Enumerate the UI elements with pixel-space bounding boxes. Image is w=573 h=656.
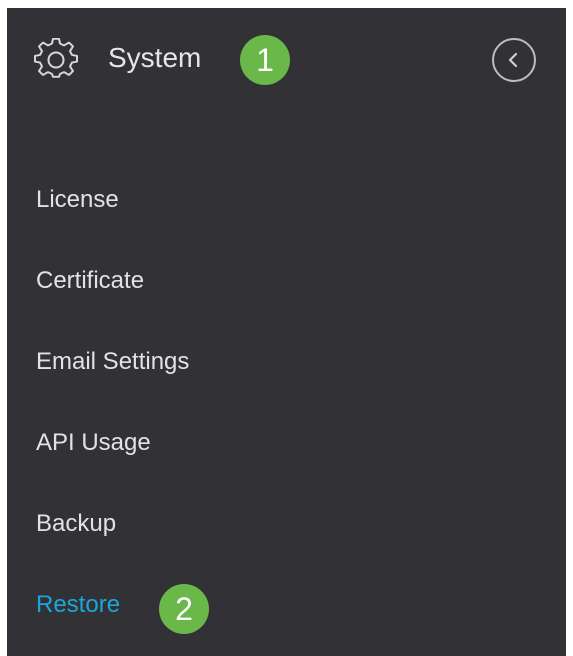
step-badge-1: 1 — [240, 35, 290, 85]
sidebar-item-restore[interactable]: Restore — [36, 590, 120, 620]
collapse-sidebar-button[interactable] — [492, 38, 536, 82]
sidebar-item-license[interactable]: License — [36, 185, 119, 215]
chevron-left-icon — [508, 52, 518, 68]
gear-icon — [34, 37, 78, 82]
page-title: System — [108, 42, 202, 73]
sidebar-item-api-usage[interactable]: API Usage — [36, 428, 151, 458]
sidebar-header: System 1 — [7, 8, 566, 112]
sidebar-item-certificate[interactable]: Certificate — [36, 266, 144, 296]
sidebar-item-backup[interactable]: Backup — [36, 509, 116, 539]
step-badge-2: 2 — [159, 584, 209, 634]
sidebar-item-email-settings[interactable]: Email Settings — [36, 347, 189, 377]
system-sidebar: System 1 License Certificate Email Setti… — [7, 8, 566, 656]
